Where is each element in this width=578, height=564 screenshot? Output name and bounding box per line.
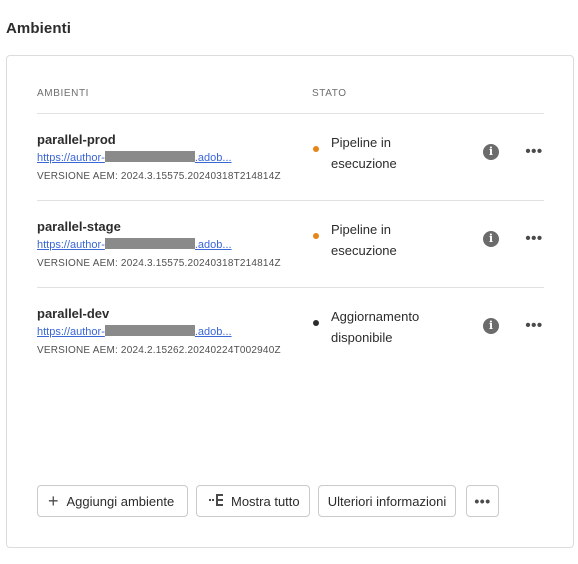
section-title: Ambienti <box>6 20 71 37</box>
url-prefix: https://author- <box>37 326 105 338</box>
status-text: Aggiornamento disponibile <box>331 309 420 345</box>
aem-version: VERSIONE AEM: 2024.3.15575.20240318T2148… <box>37 171 281 182</box>
show-all-button[interactable]: Mostra tutto <box>196 485 310 517</box>
aem-version: VERSIONE AEM: 2024.3.15575.20240318T2148… <box>37 258 281 269</box>
column-header-status: STATO <box>312 88 347 99</box>
show-all-label: Mostra tutto <box>231 493 300 509</box>
redacted-block <box>104 238 195 249</box>
redacted-block <box>104 325 195 336</box>
more-options-icon[interactable]: ••• <box>523 230 545 248</box>
environment-name: parallel-stage <box>37 219 121 234</box>
environment-url-link[interactable]: https://author- .adob... <box>37 238 232 251</box>
environment-url-link[interactable]: https://author- .adob... <box>37 325 232 338</box>
environment-row: parallel-stage https://author- .adob... V… <box>37 201 544 288</box>
tree-view-icon <box>209 493 223 509</box>
environment-url-link[interactable]: https://author- .adob... <box>37 151 232 164</box>
plus-icon: + <box>48 491 59 511</box>
redacted-block <box>104 151 195 162</box>
more-options-icon[interactable]: ••• <box>523 317 545 335</box>
environment-row: parallel-dev https://author- .adob... VER… <box>37 288 544 375</box>
environment-name: parallel-prod <box>37 132 116 147</box>
url-suffix: .adob... <box>194 239 232 251</box>
url-suffix: .adob... <box>194 152 232 164</box>
more-info-label: Ulteriori informazioni <box>327 493 447 509</box>
status-text: Pipeline in esecuzione <box>331 135 397 171</box>
more-actions-button[interactable]: ••• <box>466 485 499 517</box>
environment-row: parallel-prod https://author- .adob... VE… <box>37 114 544 201</box>
environment-name: parallel-dev <box>37 306 110 321</box>
url-prefix: https://author- <box>37 152 105 164</box>
more-info-button[interactable]: Ulteriori informazioni <box>318 485 456 517</box>
url-prefix: https://author- <box>37 239 105 251</box>
url-suffix: .adob... <box>194 326 232 338</box>
status-dot <box>313 320 319 326</box>
add-environment-button[interactable]: + Aggiungi ambiente <box>37 485 188 517</box>
add-environment-label: Aggiungi ambiente <box>66 493 175 509</box>
info-icon[interactable]: i <box>483 318 499 334</box>
more-options-icon: ••• <box>474 493 491 509</box>
column-header-environments: AMBIENTI <box>37 88 90 99</box>
environments-card: AMBIENTI STATO parallel-prod https://aut… <box>6 55 574 548</box>
status-dot <box>313 146 319 152</box>
aem-version: VERSIONE AEM: 2024.2.15262.20240224T0029… <box>37 345 281 356</box>
status-text: Pipeline in esecuzione <box>331 222 397 258</box>
info-icon[interactable]: i <box>483 144 499 160</box>
more-options-icon[interactable]: ••• <box>523 143 545 161</box>
status-dot <box>313 233 319 239</box>
info-icon[interactable]: i <box>483 231 499 247</box>
